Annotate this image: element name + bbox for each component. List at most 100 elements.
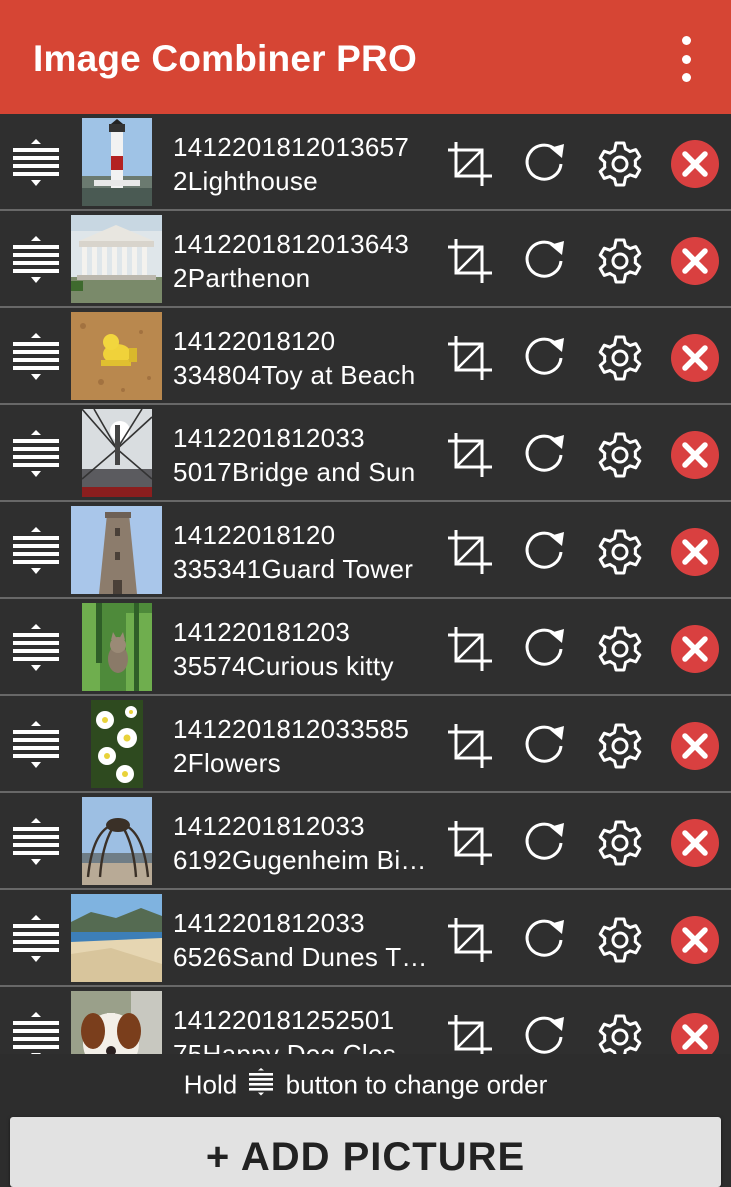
thumbnail-image — [82, 603, 152, 691]
app-bar: Image Combiner PRO — [0, 0, 731, 114]
delete-icon[interactable] — [671, 431, 719, 479]
rotate-icon[interactable] — [520, 431, 568, 479]
file-name-line2: 334804Toy at Beach — [173, 360, 416, 390]
delete-icon[interactable] — [671, 237, 719, 285]
list-item: 1412201812033 5017Bridge and Sun — [0, 405, 731, 502]
rotate-icon[interactable] — [520, 528, 568, 576]
gear-icon[interactable] — [596, 334, 644, 382]
add-picture-button[interactable]: + ADD PICTURE — [10, 1117, 721, 1187]
thumbnail-image — [71, 215, 162, 303]
file-name-line1: 1412201812033 — [173, 908, 365, 938]
file-name: 14122018120 334804Toy at Beach — [173, 324, 438, 392]
file-name-line1: 1412201812033585 — [173, 714, 410, 744]
file-name-line2: 2Flowers — [173, 748, 281, 778]
file-name: 1412201812033 6526Sand Dunes T… — [173, 906, 438, 974]
drag-handle-icon[interactable] — [12, 817, 60, 867]
app-title: Image Combiner PRO — [33, 38, 417, 79]
file-name-line1: 1412201812033 — [173, 423, 365, 453]
drag-handle-icon[interactable] — [12, 623, 60, 673]
list-item: 1412201812033 6526Sand Dunes T… — [0, 890, 731, 987]
rotate-icon[interactable] — [520, 722, 568, 770]
thumbnail-image — [82, 118, 152, 206]
list-item: 1412201812033585 2Flowers — [0, 696, 731, 793]
file-name-line2: 6192Gugenheim Bi… — [173, 845, 427, 875]
drag-handle-icon[interactable] — [12, 720, 60, 770]
crop-icon[interactable] — [446, 528, 494, 576]
thumbnail-image — [71, 894, 162, 982]
file-name-line2: 6526Sand Dunes T… — [173, 942, 428, 972]
drag-handle-icon[interactable] — [12, 914, 60, 964]
hint-text-after: button to change order — [285, 1069, 548, 1100]
file-name: 1412201812033 6192Gugenheim Bi… — [173, 809, 438, 877]
crop-icon[interactable] — [446, 916, 494, 964]
gear-icon[interactable] — [596, 140, 644, 188]
thumbnail-image — [91, 700, 143, 788]
drag-handle-icon[interactable] — [12, 429, 60, 479]
drag-handle-icon[interactable] — [12, 138, 60, 188]
thumbnail-image — [71, 991, 162, 1054]
image-list: 1412201812013657 2Lighthouse 14122018120… — [0, 114, 731, 1054]
gear-icon[interactable] — [596, 431, 644, 479]
rotate-icon[interactable] — [520, 334, 568, 382]
list-item: 141220181252501 75Happy Dog Clos — [0, 987, 731, 1054]
thumbnail-image — [82, 409, 152, 497]
file-name-line1: 14122018120 — [173, 520, 336, 550]
file-name: 1412201812013657 2Lighthouse — [173, 130, 438, 198]
gear-icon[interactable] — [596, 722, 644, 770]
file-name-line1: 14122018120 — [173, 326, 336, 356]
rotate-icon[interactable] — [520, 140, 568, 188]
file-name-line2: 335341Guard Tower — [173, 554, 414, 584]
rotate-icon[interactable] — [520, 237, 568, 285]
gear-icon[interactable] — [596, 528, 644, 576]
delete-icon[interactable] — [671, 1013, 719, 1054]
crop-icon[interactable] — [446, 722, 494, 770]
add-picture-label: + ADD PICTURE — [205, 1135, 526, 1179]
crop-icon[interactable] — [446, 140, 494, 188]
crop-icon[interactable] — [446, 1013, 494, 1054]
gear-icon[interactable] — [596, 916, 644, 964]
delete-icon[interactable] — [671, 625, 719, 673]
delete-icon[interactable] — [671, 140, 719, 188]
hint-text-before: Hold — [183, 1069, 238, 1100]
delete-icon[interactable] — [671, 819, 719, 867]
file-name-line2: 35574Curious kitty — [173, 651, 394, 681]
file-name-line1: 141220181203 — [173, 617, 351, 647]
file-name-line1: 1412201812013657 — [173, 132, 410, 162]
file-name-line2: 75Happy Dog Clos — [173, 1039, 397, 1054]
delete-icon[interactable] — [671, 528, 719, 576]
list-item: 141220181203 35574Curious kitty — [0, 599, 731, 696]
file-name-line2: 2Lighthouse — [173, 166, 318, 196]
drag-handle-icon[interactable] — [12, 235, 60, 285]
crop-icon[interactable] — [446, 625, 494, 673]
list-item: 1412201812013657 2Lighthouse — [0, 114, 731, 211]
drag-handle-icon — [248, 1068, 274, 1105]
crop-icon[interactable] — [446, 237, 494, 285]
file-name: 14122018120 335341Guard Tower — [173, 518, 438, 586]
drag-handle-icon[interactable] — [12, 526, 60, 576]
file-name-line2: 5017Bridge and Sun — [173, 457, 416, 487]
gear-icon[interactable] — [596, 819, 644, 867]
crop-icon[interactable] — [446, 334, 494, 382]
crop-icon[interactable] — [446, 431, 494, 479]
rotate-icon[interactable] — [520, 819, 568, 867]
file-name-line1: 1412201812013643 — [173, 229, 410, 259]
delete-icon[interactable] — [671, 916, 719, 964]
rotate-icon[interactable] — [520, 916, 568, 964]
delete-icon[interactable] — [671, 722, 719, 770]
file-name: 1412201812033 5017Bridge and Sun — [173, 421, 438, 489]
more-vert-icon[interactable] — [668, 36, 704, 82]
gear-icon[interactable] — [596, 1013, 644, 1054]
gear-icon[interactable] — [596, 625, 644, 673]
thumbnail-image — [82, 797, 152, 885]
rotate-icon[interactable] — [520, 625, 568, 673]
drag-handle-icon[interactable] — [12, 1011, 60, 1054]
crop-icon[interactable] — [446, 819, 494, 867]
gear-icon[interactable] — [596, 237, 644, 285]
drag-handle-icon[interactable] — [12, 332, 60, 382]
list-item: 1412201812013643 2Parthenon — [0, 211, 731, 308]
reorder-hint: Hold button to change order — [0, 1068, 731, 1105]
list-item: 14122018120 334804Toy at Beach — [0, 308, 731, 405]
rotate-icon[interactable] — [520, 1013, 568, 1054]
delete-icon[interactable] — [671, 334, 719, 382]
file-name-line1: 1412201812033 — [173, 811, 365, 841]
